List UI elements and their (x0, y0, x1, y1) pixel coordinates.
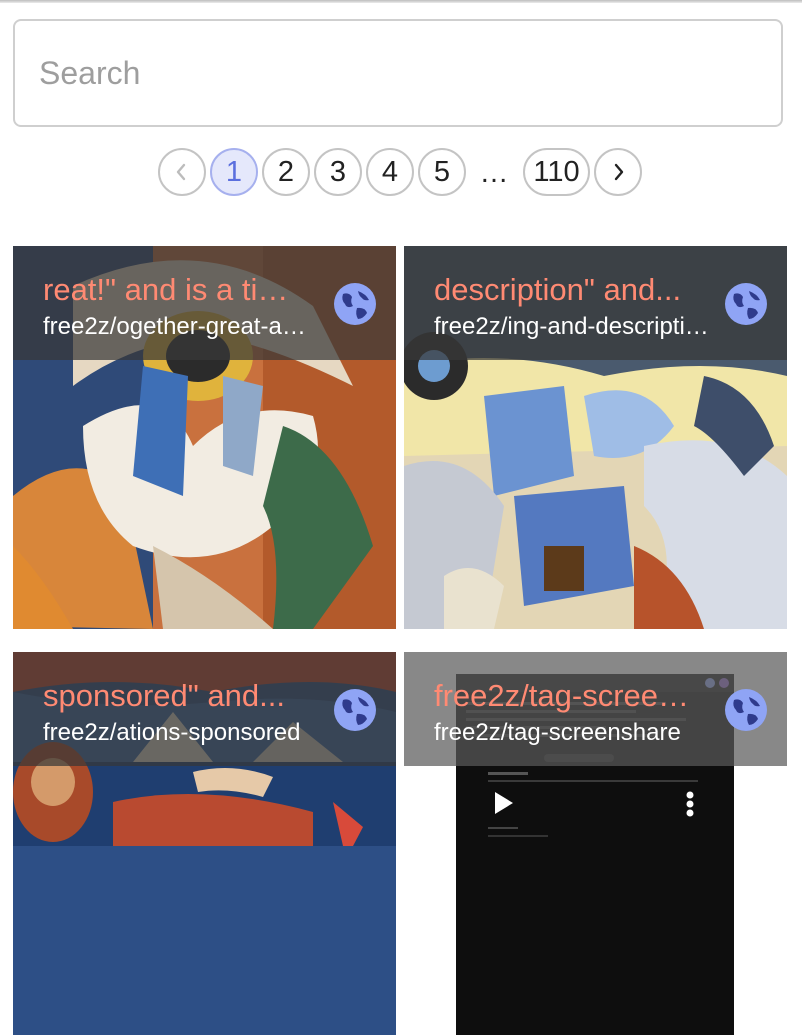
page-button-last[interactable]: 110 (523, 148, 590, 196)
page-button-4[interactable]: 4 (366, 148, 414, 196)
card-subtitle: free2z/ations-sponsored (43, 719, 301, 746)
chevron-left-icon (176, 163, 186, 181)
globe-icon[interactable] (333, 688, 377, 732)
card-title[interactable]: free2z/tag-screenshot (434, 678, 696, 714)
globe-icon[interactable] (724, 282, 768, 326)
card-title[interactable]: sponsored" and... (43, 678, 305, 714)
card-subtitle: free2z/ing-and-description (434, 313, 710, 340)
card-subtitle: free2z/ogether-great-and-is (43, 313, 319, 340)
next-page-button[interactable] (594, 148, 642, 196)
gallery-card[interactable]: reat!" and is a time... free2z/ogether-g… (13, 246, 396, 629)
search-input[interactable] (15, 21, 781, 125)
card-title[interactable]: description" and... (434, 272, 696, 308)
card-subtitle: free2z/tag-screenshare (434, 719, 681, 746)
gallery-card[interactable]: sponsored" and... free2z/ations-sponsore… (13, 652, 396, 1035)
card-title[interactable]: reat!" and is a time... (43, 272, 305, 308)
globe-icon[interactable] (333, 282, 377, 326)
page-button-3[interactable]: 3 (314, 148, 362, 196)
page-button-2[interactable]: 2 (262, 148, 310, 196)
pagination-ellipsis: … (479, 157, 509, 189)
globe-icon[interactable] (724, 688, 768, 732)
search-box[interactable] (13, 19, 783, 127)
gallery-card[interactable]: description" and... free2z/ing-and-descr… (404, 246, 787, 629)
page-button-1[interactable]: 1 (210, 148, 258, 196)
page-button-5[interactable]: 5 (418, 148, 466, 196)
gallery-card[interactable]: free2z/tag-screenshot free2z/tag-screens… (404, 652, 787, 1035)
top-divider (0, 0, 802, 3)
prev-page-button[interactable] (158, 148, 206, 196)
chevron-right-icon (614, 163, 624, 181)
